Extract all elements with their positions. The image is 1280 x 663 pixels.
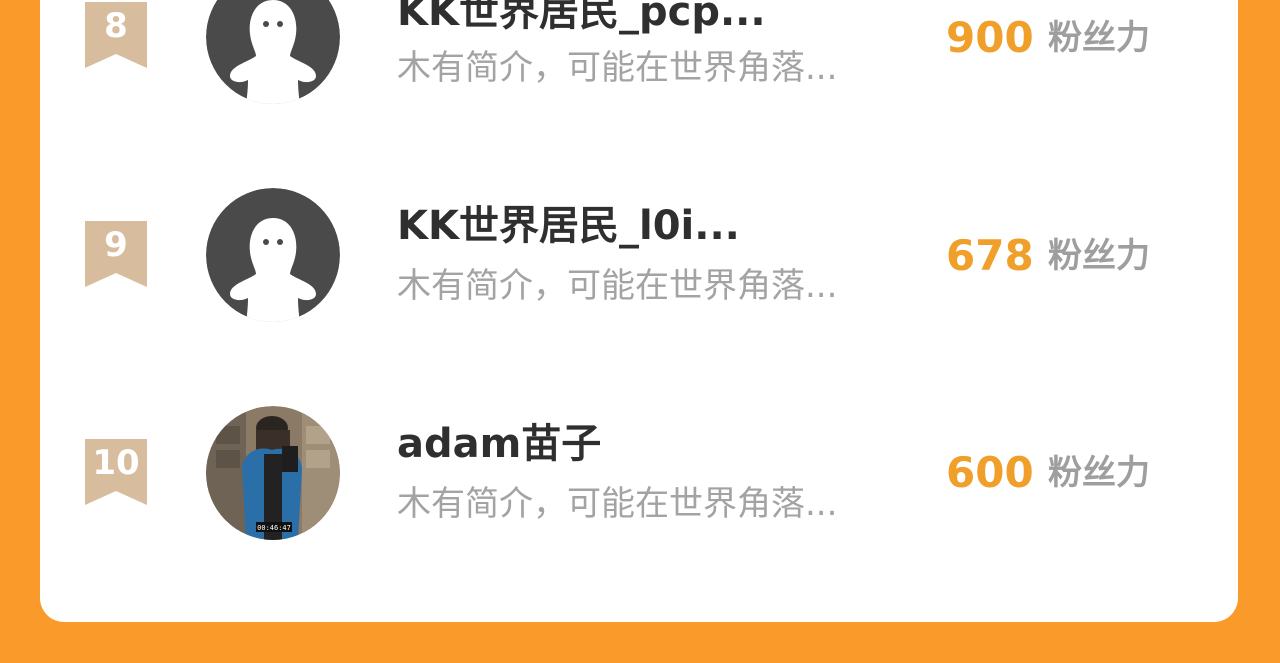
user-photo: 00:46:47 [206, 406, 340, 540]
rank-number: 10 [92, 443, 140, 483]
user-bio: 木有简介，可能在世界角落... [397, 266, 838, 306]
avatar[interactable]: 00:46:47 [206, 406, 340, 540]
fan-score-unit: 粉丝力 [1048, 453, 1150, 493]
default-avatar-icon [206, 188, 340, 322]
rank-number: 9 [104, 225, 128, 265]
ranking-row[interactable]: 10 00:46:47 adam苗子 木有简介，可能在世界角落... 600 粉… [0, 0, 1280, 540]
rank-badge: 9 [85, 221, 147, 287]
avatar[interactable] [206, 188, 340, 322]
svg-text:00:46:47: 00:46:47 [257, 524, 291, 532]
rank-badge: 10 [85, 439, 147, 505]
user-name[interactable]: adam苗子 [397, 418, 601, 470]
user-name[interactable]: KK世界居民_l0i... [397, 200, 740, 252]
user-bio: 木有简介，可能在世界角落... [397, 484, 838, 524]
fan-score: 600 [946, 448, 1034, 497]
fan-score-unit: 粉丝力 [1048, 236, 1150, 276]
fan-score: 678 [946, 231, 1034, 280]
